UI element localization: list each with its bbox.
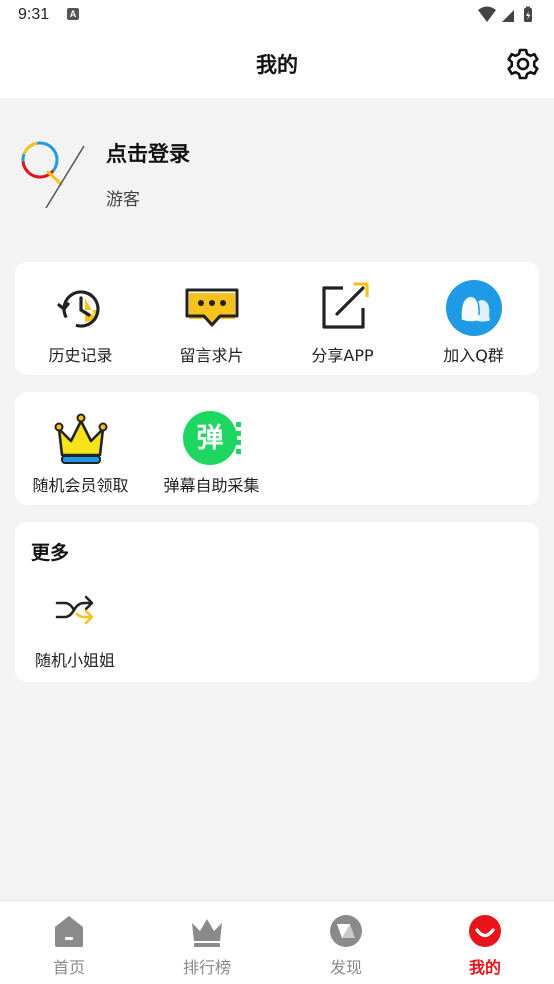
message-icon (185, 288, 238, 327)
random-girl-button[interactable]: 随机小姐姐 (15, 580, 135, 672)
nav-discover-label: 发现 (329, 958, 362, 977)
more-section-title: 更多 (31, 542, 70, 564)
mine-icon (469, 915, 501, 947)
danmaku-collect-button[interactable]: 弹 弹幕自助采集 (146, 392, 277, 505)
nav-home-label: 首页 (52, 958, 85, 977)
qq-group-icon (445, 280, 502, 336)
wifi-icon (478, 6, 496, 22)
user-role: 游客 (106, 190, 140, 210)
join-qq-group-button[interactable]: 加入Q群 (408, 262, 539, 375)
danmaku-badge-text: 弹 (196, 423, 223, 454)
share-app-label: 分享APP (311, 346, 374, 365)
nav-mine-label: 我的 (468, 958, 501, 977)
gear-icon[interactable] (506, 47, 540, 81)
nav-home[interactable]: 首页 (0, 901, 138, 984)
status-time: 9:31 (18, 6, 50, 23)
share-app-button[interactable]: 分享APP (277, 262, 408, 375)
crown-icon (54, 413, 107, 464)
nav-ranking[interactable]: 排行榜 (138, 901, 276, 984)
notification-icon: A (67, 8, 79, 20)
quick-actions-card: 历史记录 留言求片 分享APP 加入Q群 (15, 262, 539, 375)
message-request-label: 留言求片 (179, 346, 244, 365)
share-icon (321, 282, 369, 329)
header: 我的 (0, 32, 554, 98)
random-girl-label: 随机小姐姐 (34, 651, 115, 670)
page-title: 我的 (256, 53, 298, 77)
history-button[interactable]: 历史记录 (15, 262, 146, 375)
bottom-navigation: 首页 排行榜 发现 我的 (0, 900, 554, 984)
status-icons (478, 6, 532, 22)
nav-discover[interactable]: 发现 (277, 901, 415, 984)
discover-icon (330, 915, 362, 947)
random-vip-button[interactable]: 随机会员领取 (15, 392, 146, 505)
shuffle-icon (55, 595, 94, 625)
nav-mine[interactable]: 我的 (416, 901, 554, 984)
status-bar: 9:31 A (0, 0, 554, 32)
features-card: 随机会员领取 弹 弹幕自助采集 (15, 392, 539, 505)
more-card: 更多 随机小姐姐 (15, 522, 539, 682)
profile-section[interactable]: 点击登录 游客 (18, 130, 538, 220)
battery-icon (524, 6, 532, 22)
crown-rank-icon (192, 919, 222, 947)
login-button[interactable]: 点击登录 (106, 138, 190, 168)
avatar[interactable] (18, 136, 90, 212)
danmaku-icon: 弹 (182, 411, 241, 465)
random-vip-label: 随机会员领取 (32, 476, 129, 495)
danmaku-collect-label: 弹幕自助采集 (163, 476, 260, 495)
home-icon (55, 916, 83, 947)
history-icon (56, 290, 100, 328)
history-label: 历史记录 (48, 346, 113, 365)
message-request-button[interactable]: 留言求片 (146, 262, 277, 375)
cell-signal-icon (502, 10, 514, 22)
join-qq-group-label: 加入Q群 (443, 346, 504, 365)
nav-ranking-label: 排行榜 (182, 958, 231, 977)
